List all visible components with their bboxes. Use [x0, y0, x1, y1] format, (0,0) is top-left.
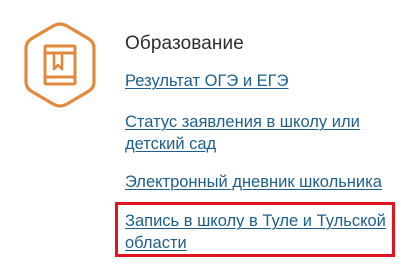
- education-book-icon: [20, 20, 100, 110]
- link-school-application-status[interactable]: Статус заявления в школу или детский сад: [125, 111, 405, 155]
- section-title: Образование: [125, 33, 244, 54]
- link-electronic-diary[interactable]: Электронный дневник школьника: [125, 171, 405, 193]
- link-oge-ege-results[interactable]: Результат ОГЭ и ЕГЭ: [125, 70, 405, 92]
- link-school-enrollment-tula[interactable]: Запись в школу в Туле и Тульской области: [125, 210, 400, 254]
